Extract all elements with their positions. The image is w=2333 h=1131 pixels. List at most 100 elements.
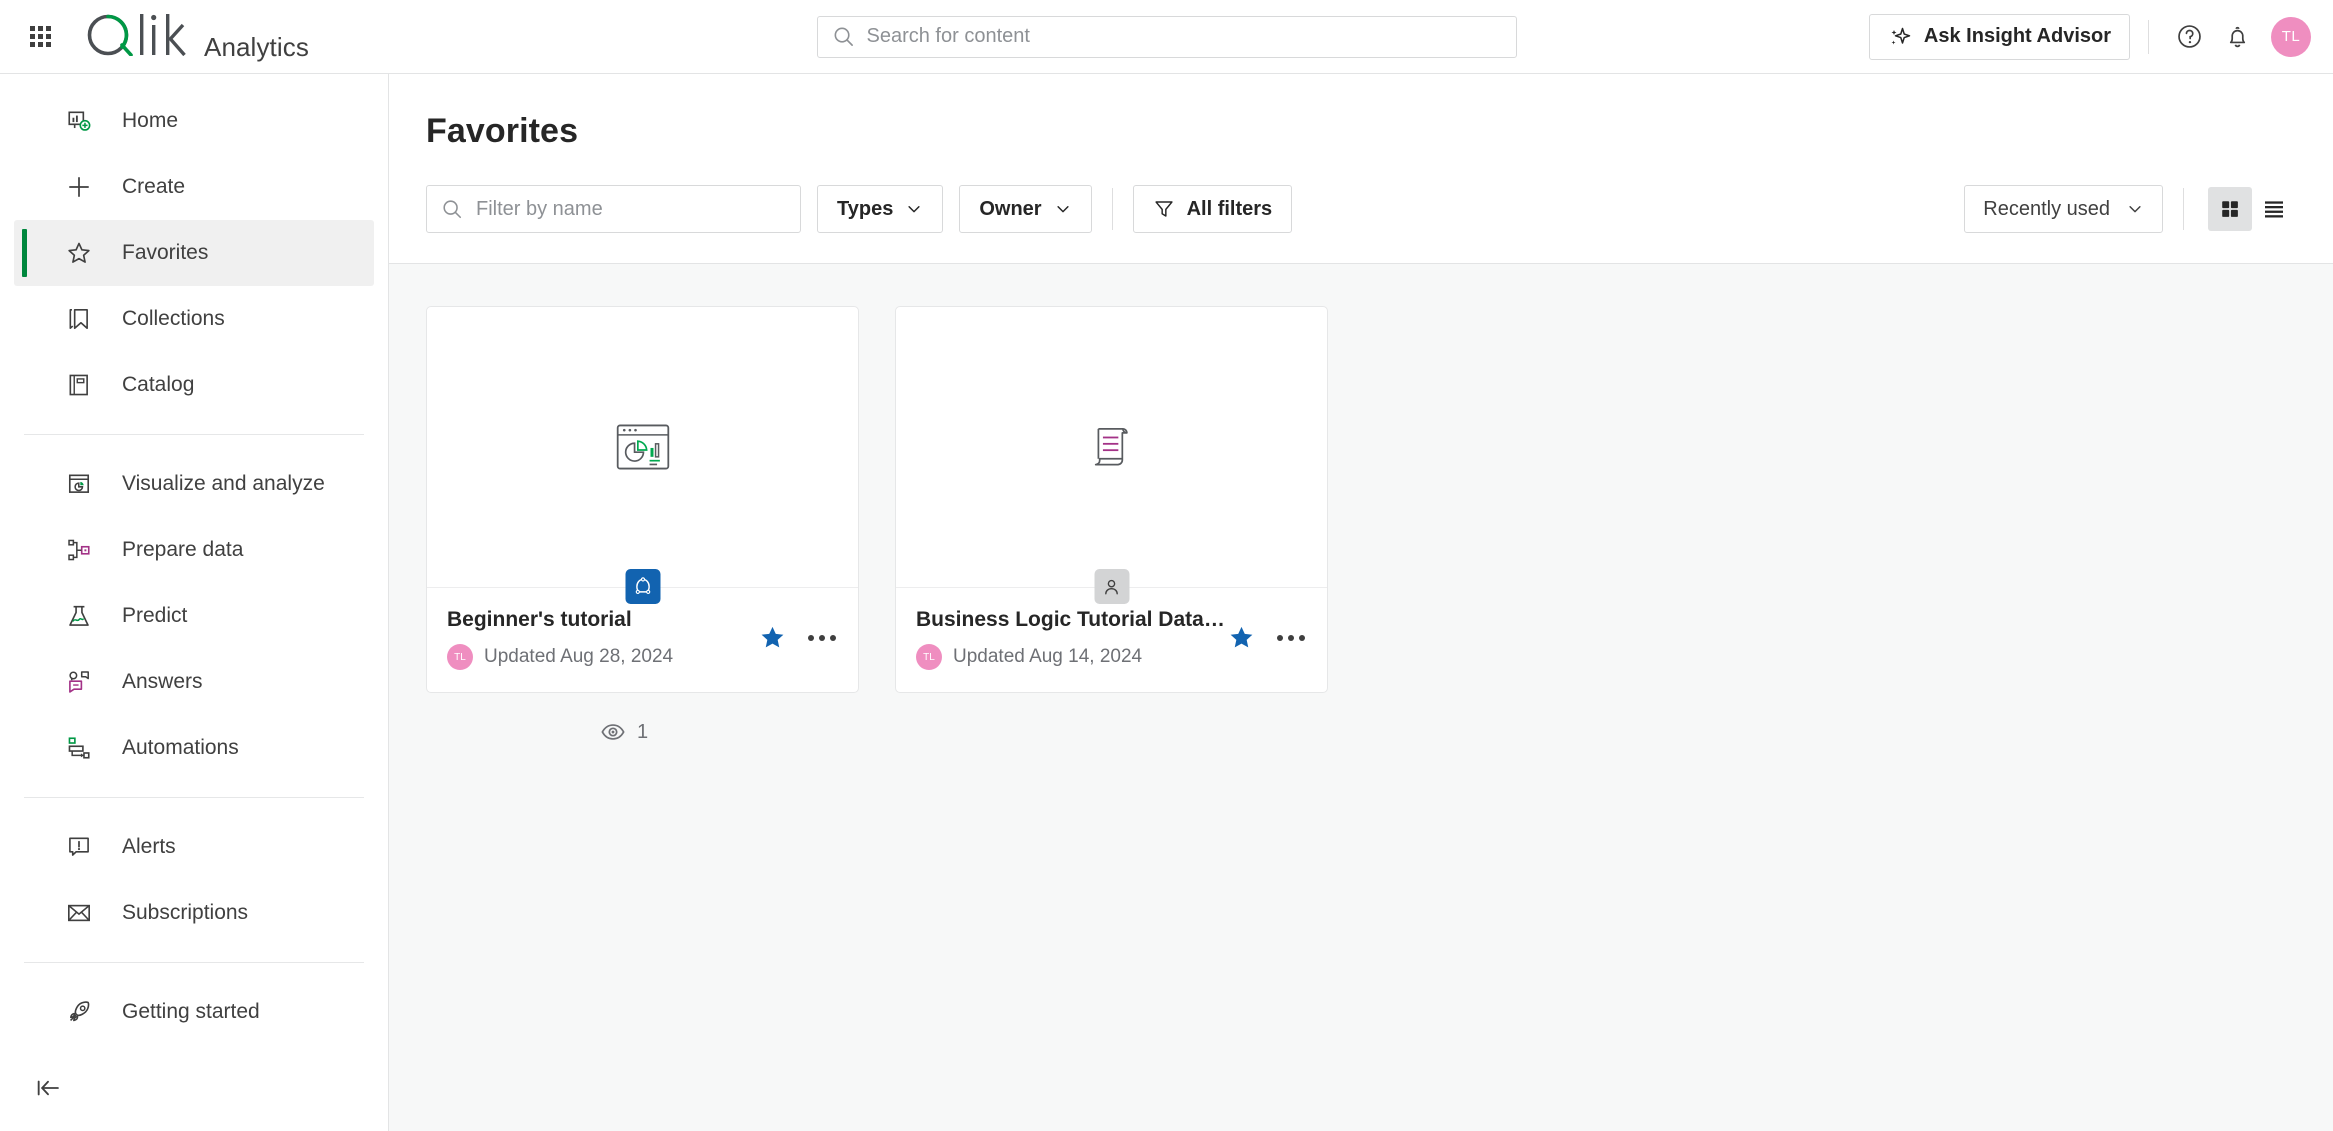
sidebar-item-create[interactable]: Create xyxy=(14,154,374,220)
card-title: Business Logic Tutorial Data Prep xyxy=(916,608,1228,631)
header-right: Ask Insight Advisor TL xyxy=(1868,13,2333,60)
sidebar-item-favorites[interactable]: Favorites xyxy=(14,220,374,286)
chevron-down-icon xyxy=(1056,206,1069,213)
card-text-block: Beginner's tutorial TL Updated Aug 28, 2… xyxy=(447,608,759,670)
search-icon xyxy=(443,200,462,219)
rocket-icon xyxy=(66,999,100,1025)
help-button[interactable] xyxy=(2167,15,2211,59)
sidebar-item-getting-started[interactable]: Getting started xyxy=(14,979,374,1045)
sidebar-item-label: Collections xyxy=(122,307,225,330)
prepare-data-icon xyxy=(66,537,100,563)
grid-view-icon xyxy=(2222,201,2238,217)
sidebar-divider xyxy=(24,434,364,435)
sidebar-item-label: Home xyxy=(122,109,179,132)
filter-by-name-field[interactable] xyxy=(426,185,801,233)
chevron-down-icon xyxy=(2129,206,2141,213)
favorites-card-grid: Beginner's tutorial TL Updated Aug 28, 2… xyxy=(389,306,2333,693)
filter-by-name-input[interactable] xyxy=(476,197,786,221)
sidebar-group-tools: Visualize and analyze Prepare data Predi… xyxy=(0,451,388,781)
sidebar-item-visualize-and-analyze[interactable]: Visualize and analyze xyxy=(14,451,374,517)
sidebar-item-label: Subscriptions xyxy=(122,900,249,924)
card-item[interactable]: Business Logic Tutorial Data Prep TL Upd… xyxy=(895,306,1328,693)
card-updated-text: Updated Aug 28, 2024 xyxy=(484,646,674,667)
card-type-badge xyxy=(1094,569,1129,604)
owner-filter-dropdown[interactable]: Owner xyxy=(959,185,1092,233)
content-toolbar: Types Owner All filters xyxy=(389,151,2333,263)
sidebar: Home Create Favorites Collections Catalo… xyxy=(0,74,389,1131)
help-circle-icon xyxy=(2177,25,2201,48)
header-left: Analytics xyxy=(0,10,309,63)
sidebar-item-label: Getting started xyxy=(122,999,260,1023)
sidebar-item-collections[interactable]: Collections xyxy=(14,286,374,352)
sidebar-item-prepare-data[interactable]: Prepare data xyxy=(14,517,374,583)
card-more-menu-button[interactable] xyxy=(808,634,836,641)
card-updated-text: Updated Aug 14, 2024 xyxy=(953,646,1143,667)
star-filled-icon xyxy=(761,626,784,648)
sidebar-item-label: Visualize and analyze xyxy=(122,471,325,495)
eye-icon xyxy=(601,724,625,740)
qlik-app-badge-icon xyxy=(635,577,650,594)
sort-dropdown[interactable]: Recently used xyxy=(1964,185,2163,233)
product-name: Analytics xyxy=(204,32,309,62)
toolbar-right: Recently used xyxy=(1964,185,2296,233)
sidebar-divider xyxy=(24,961,364,963)
sidebar-item-subscriptions[interactable]: Subscriptions xyxy=(14,880,374,946)
app-shell: Home Create Favorites Collections Catalo… xyxy=(0,74,2333,1131)
ask-insight-advisor-button[interactable]: Ask Insight Advisor xyxy=(1868,13,2130,60)
card-more-menu-button[interactable] xyxy=(1277,634,1305,641)
owner-filter-label: Owner xyxy=(979,197,1042,220)
sidebar-collapse-button[interactable] xyxy=(0,1045,388,1131)
owner-avatar: TL xyxy=(916,644,942,670)
sidebar-item-label: Create xyxy=(122,175,186,198)
sidebar-item-home[interactable]: Home xyxy=(14,88,374,154)
grid-icon xyxy=(29,26,51,47)
sidebar-item-answers[interactable]: Answers xyxy=(14,649,374,715)
card-meta: TL Updated Aug 14, 2024 xyxy=(916,644,1228,670)
card-type-badge xyxy=(625,569,660,604)
home-chart-icon xyxy=(66,108,100,134)
types-filter-label: Types xyxy=(837,197,894,220)
card-title: Beginner's tutorial xyxy=(447,608,632,631)
visualize-icon xyxy=(66,471,100,497)
sidebar-item-predict[interactable]: Predict xyxy=(14,583,374,649)
grid-view-button[interactable] xyxy=(2208,187,2252,231)
star-outline-icon xyxy=(66,240,100,266)
script-scroll-thumbnail-icon xyxy=(1094,428,1128,466)
plus-icon xyxy=(66,174,100,200)
all-filters-label: All filters xyxy=(1186,197,1273,220)
sidebar-item-label: Catalog xyxy=(122,373,195,396)
content-area: Beginner's tutorial TL Updated Aug 28, 2… xyxy=(389,263,2333,1131)
toolbar-divider xyxy=(2183,188,2184,230)
card-text-block: Business Logic Tutorial Data Prep TL Upd… xyxy=(916,608,1228,670)
favorite-star-button[interactable] xyxy=(759,624,786,651)
sidebar-item-label: Predict xyxy=(122,603,188,627)
avatar-initials: TL xyxy=(2281,28,2301,45)
app-launcher-button[interactable] xyxy=(18,15,62,59)
brand[interactable]: Analytics xyxy=(82,10,309,63)
sidebar-item-label: Prepare data xyxy=(122,537,244,561)
owner-avatar: TL xyxy=(447,644,473,670)
global-search-box[interactable] xyxy=(816,15,1517,58)
global-search-input[interactable] xyxy=(866,25,1502,48)
list-view-button[interactable] xyxy=(2252,187,2296,231)
favorite-star-button[interactable] xyxy=(1228,624,1255,651)
card-thumbnail xyxy=(427,307,858,604)
view-count-indicator: 1 xyxy=(389,719,822,745)
automations-icon xyxy=(66,735,100,761)
chevron-down-icon xyxy=(908,206,920,213)
card-actions xyxy=(1228,608,1305,651)
types-filter-dropdown[interactable]: Types xyxy=(817,185,944,233)
card-item[interactable]: Beginner's tutorial TL Updated Aug 28, 2… xyxy=(426,306,859,693)
sidebar-group-notifications: Alerts Subscriptions xyxy=(0,814,388,946)
sidebar-item-catalog[interactable]: Catalog xyxy=(14,352,374,418)
alert-bubble-icon xyxy=(66,834,100,860)
user-avatar[interactable]: TL xyxy=(2271,16,2311,57)
sidebar-item-automations[interactable]: Automations xyxy=(14,715,374,781)
sidebar-group-primary: Home Create Favorites Collections Catalo… xyxy=(0,88,388,418)
view-count-value: 1 xyxy=(636,720,649,743)
all-filters-button[interactable]: All filters xyxy=(1132,185,1293,233)
sidebar-item-label: Automations xyxy=(122,735,239,759)
notifications-button[interactable] xyxy=(2215,15,2259,59)
card-thumbnail xyxy=(896,307,1327,604)
sidebar-item-alerts[interactable]: Alerts xyxy=(14,814,374,880)
